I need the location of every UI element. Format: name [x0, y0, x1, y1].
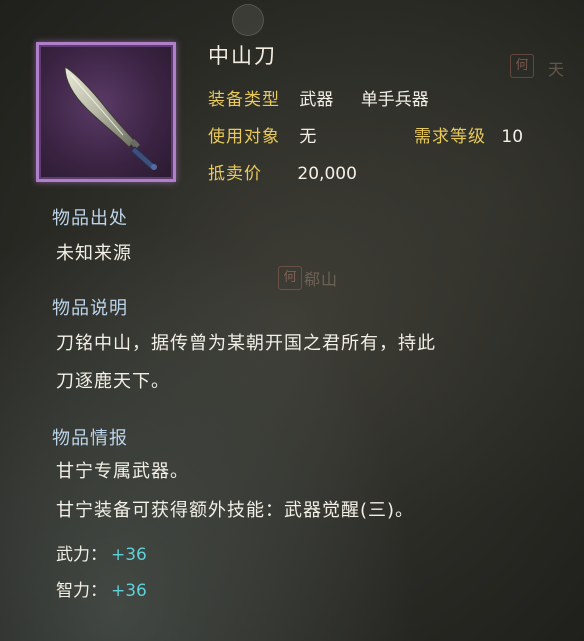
- target-label: 使用对象: [208, 127, 280, 147]
- map-node-icon: [232, 4, 264, 36]
- map-marker-1: 何: [510, 54, 534, 78]
- stat-value: +36: [111, 545, 147, 565]
- stat-label: 武力：: [56, 545, 107, 565]
- equip-subtype-value: 单手兵器: [360, 90, 429, 110]
- stat-row-strength: 武力： +36: [56, 540, 147, 565]
- description-line-1: 刀铭中山，据传曾为某朝开国之君所有，持此: [56, 333, 436, 354]
- intel-line-1: 甘宁专属武器。: [56, 461, 189, 482]
- map-label-2: 郗山: [304, 270, 339, 289]
- level-req-row: 需求等级 10: [414, 122, 523, 147]
- stat-row-intellect: 智力： +36: [56, 576, 147, 601]
- sell-price-label: 抵卖价: [208, 164, 262, 184]
- stat-label: 智力：: [56, 581, 107, 601]
- intel-title: 物品情报: [52, 428, 128, 449]
- item-name: 中山刀: [208, 44, 277, 68]
- equip-type-row: 装备类型 武器 单手兵器: [208, 85, 429, 110]
- blade-icon: [64, 66, 157, 170]
- map-label-1: 天: [548, 60, 566, 79]
- sell-price-value: 20,000: [297, 164, 357, 184]
- intel-line-2: 甘宁装备可获得额外技能：武器觉醒(三)。: [56, 500, 415, 521]
- sell-price-row: 抵卖价 20,000: [208, 159, 357, 184]
- target-value: 无: [299, 127, 317, 147]
- stat-value: +36: [111, 581, 147, 601]
- level-req-value: 10: [501, 127, 524, 147]
- description-title: 物品说明: [52, 298, 128, 319]
- description-line-2: 刀逐鹿天下。: [56, 371, 170, 392]
- map-marker-2: 何: [278, 266, 302, 290]
- equip-type-label: 装备类型: [208, 90, 280, 110]
- origin-text: 未知来源: [56, 243, 132, 264]
- equip-type-value: 武器: [299, 90, 334, 110]
- origin-title: 物品出处: [52, 208, 128, 229]
- target-row: 使用对象 无: [208, 122, 316, 147]
- item-icon-frame: [36, 42, 176, 182]
- level-req-label: 需求等级: [414, 127, 486, 147]
